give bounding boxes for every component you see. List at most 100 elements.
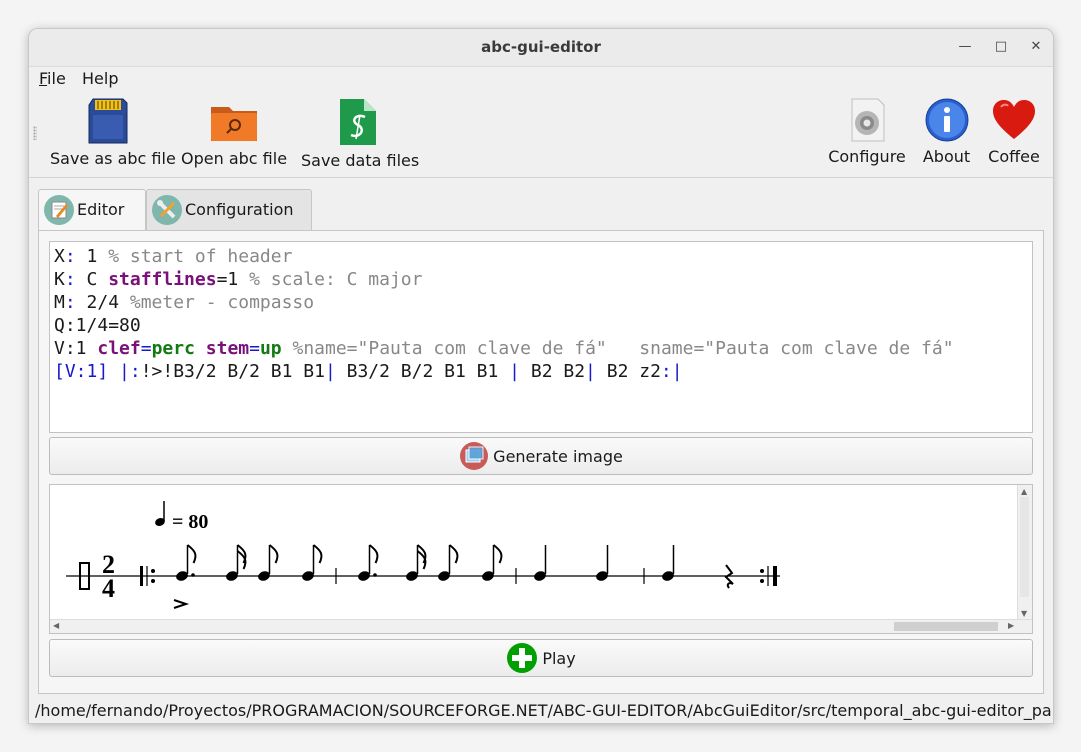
info-icon — [925, 98, 968, 142]
horizontal-scroll-thumb[interactable] — [894, 622, 998, 631]
save-abc-button[interactable]: Save as abc file — [50, 97, 176, 168]
code-token: : — [64, 269, 76, 290]
code-token: 1 — [75, 246, 109, 267]
close-icon[interactable]: ✕ — [1027, 38, 1045, 56]
generate-image-label: Generate image — [493, 446, 623, 466]
code-token: : — [64, 292, 76, 313]
play-button[interactable]: Play — [49, 639, 1033, 677]
spreadsheet-file-icon — [340, 99, 376, 145]
code-comment: %meter - compasso — [129, 292, 315, 313]
code-comment: % scale: C major — [249, 269, 423, 290]
code-token: :| — [660, 361, 683, 382]
sd-card-icon — [88, 98, 128, 144]
tools-icon — [152, 195, 182, 225]
vertical-scrollbar[interactable]: ▲ ▼ — [1017, 485, 1032, 621]
minimize-icon[interactable]: — — [956, 38, 974, 56]
scroll-down-icon[interactable]: ▼ — [1021, 609, 1027, 618]
scroll-left-icon[interactable]: ◀ — [53, 621, 59, 630]
play-label: Play — [542, 648, 576, 668]
coffee-label: Coffee — [988, 147, 1040, 166]
time-signature-bottom: 4 — [102, 574, 115, 603]
code-keyword: clef — [97, 338, 141, 359]
save-abc-label: Save as abc file — [50, 149, 176, 168]
app-window: abc-gui-editor — □ ✕ File Help Save as a… — [28, 28, 1054, 724]
score-preview: = 80 2 4 ▲ ▼ ◀ ▶ — [49, 484, 1033, 634]
tab-editor-label: Editor — [77, 200, 125, 219]
note — [534, 545, 547, 581]
note — [662, 545, 675, 581]
note — [258, 544, 279, 581]
code-comment: %name="Pauta com clave de fá" sname="Pau… — [281, 338, 954, 359]
about-button[interactable]: About — [919, 97, 974, 166]
menu-help[interactable]: Help — [82, 69, 118, 88]
code-token: Q — [54, 315, 65, 336]
note — [438, 544, 459, 581]
note — [302, 544, 323, 581]
accent-mark — [173, 599, 190, 609]
sheet-music-image: = 80 2 4 — [66, 501, 780, 609]
coffee-button[interactable]: Coffee — [984, 97, 1044, 166]
code-token: :1/4=80 — [64, 315, 141, 336]
code-token: 2/4 — [75, 292, 130, 313]
toolbar-grip[interactable] — [33, 126, 37, 140]
heart-icon — [993, 100, 1035, 139]
code-value: perc — [151, 338, 195, 359]
code-token: = — [249, 338, 260, 359]
window-title: abc-gui-editor — [481, 38, 601, 56]
menu-file-mnemonic: F — [39, 69, 48, 88]
pencil-icon — [44, 195, 74, 225]
code-token: :1 — [64, 338, 98, 359]
gear-icon — [851, 98, 885, 142]
title-bar: abc-gui-editor — □ ✕ — [29, 29, 1053, 67]
code-token: : — [64, 246, 76, 267]
about-label: About — [922, 147, 971, 166]
code-token: B3/2 B/2 B1 B1 — [173, 361, 325, 382]
note — [596, 545, 609, 581]
code-token: V — [54, 338, 65, 359]
status-path: /home/fernando/Proyectos/PROGRAMACION/SO… — [35, 701, 1052, 720]
code-token: B2 z2 — [595, 361, 661, 382]
toolbar: Save as abc file Open abc file Save data… — [29, 91, 1053, 178]
save-data-button[interactable]: Save data files — [301, 97, 420, 170]
tempo-marking: = 80 — [155, 501, 208, 533]
tab-configuration[interactable]: Configuration — [146, 189, 312, 230]
tab-configuration-label: Configuration — [185, 200, 294, 219]
abc-code-editor[interactable]: X: 1 % start of header K: C stafflines=1… — [49, 241, 1033, 433]
code-token: [V:1] |: — [54, 361, 141, 382]
scroll-right-icon[interactable]: ▶ — [1008, 621, 1014, 630]
code-token: = — [140, 338, 152, 359]
note — [176, 544, 197, 581]
horizontal-scrollbar[interactable]: ◀ ▶ — [50, 619, 1032, 633]
tab-editor[interactable]: Editor — [38, 189, 146, 232]
note — [406, 544, 427, 581]
maximize-icon[interactable]: □ — [992, 38, 1010, 56]
code-token: K — [54, 269, 65, 290]
code-token: =1 — [216, 269, 250, 290]
code-keyword: stafflines — [108, 269, 217, 290]
code-token: | — [509, 361, 521, 382]
code-token: B2 B2 — [520, 361, 586, 382]
code-token: !>! — [140, 361, 174, 382]
code-value: up — [259, 338, 282, 359]
open-abc-button[interactable]: Open abc file — [181, 97, 287, 168]
code-token: | — [324, 361, 336, 382]
code-token: B3/2 B/2 B1 B1 — [335, 361, 510, 382]
plus-icon — [507, 643, 538, 673]
status-bar: /home/fernando/Proyectos/PROGRAMACION/SO… — [29, 699, 1053, 723]
menu-file[interactable]: File — [39, 69, 66, 88]
menu-bar: File Help — [29, 66, 1053, 91]
scroll-up-icon[interactable]: ▲ — [1021, 487, 1027, 496]
configure-label: Configure — [828, 147, 906, 166]
generate-image-button[interactable]: Generate image — [49, 437, 1033, 475]
notes-group — [176, 544, 675, 581]
vertical-scroll-thumb[interactable] — [1020, 497, 1029, 597]
code-comment: % start of header — [108, 246, 293, 267]
save-data-label: Save data files — [301, 151, 420, 170]
tempo-text: = 80 — [172, 511, 208, 533]
menu-file-label: ile — [47, 69, 66, 88]
code-token: X — [54, 246, 65, 267]
configure-button[interactable]: Configure — [827, 97, 907, 166]
editor-panel: X: 1 % start of header K: C stafflines=1… — [38, 230, 1044, 694]
code-token: | — [585, 361, 596, 382]
open-abc-label: Open abc file — [181, 149, 288, 168]
